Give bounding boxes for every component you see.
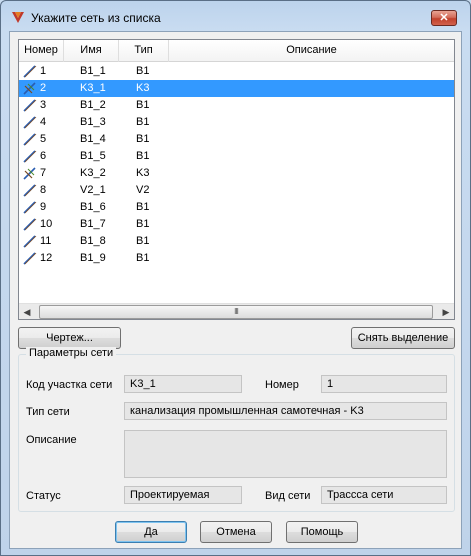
table-row[interactable]: 8 V2_1 V2: [19, 182, 454, 199]
cell-name: K3_2: [80, 167, 106, 179]
net-type-label: Тип сети: [26, 406, 70, 418]
cell-name: B1_1: [80, 65, 106, 77]
cell-name: V2_1: [80, 184, 106, 196]
cell-type: K3: [136, 82, 150, 94]
window-title: Укажите сеть из списка: [31, 11, 161, 25]
cell-number: 6: [40, 150, 47, 162]
table-row[interactable]: 9 B1_6 B1: [19, 199, 454, 216]
help-button[interactable]: Помощь: [286, 521, 358, 543]
net-type-field: канализация промышленная самотечная - K3: [124, 402, 447, 420]
app-logo-icon: [12, 12, 24, 23]
scroll-right-icon[interactable]: ▶: [438, 304, 454, 320]
sewer-pipe-icon: [22, 166, 37, 181]
title-bar[interactable]: Укажите сеть из списка ✕: [1, 1, 470, 31]
pipe-icon: [22, 234, 37, 249]
cell-type: B1: [136, 116, 150, 128]
column-description[interactable]: Описание: [169, 40, 454, 62]
cell-name: B1_9: [80, 252, 106, 264]
network-list[interactable]: Номер Имя Тип Описание 1 B1_1 B1 2 K3_1 K3 3 B1…: [18, 39, 455, 320]
ok-button[interactable]: Да: [115, 521, 187, 543]
cell-number: 10: [40, 218, 53, 230]
pipe-icon: [22, 200, 37, 215]
description-field: [124, 430, 447, 478]
column-number[interactable]: Номер: [19, 40, 64, 62]
list-body: 1 B1_1 B1 2 K3_1 K3 3 B1_2 B1 4 B1_3 B1 5 B1_4 B1 6 B1_5…: [19, 63, 454, 267]
pipe-icon: [22, 183, 37, 198]
number-field: 1: [321, 375, 447, 393]
cell-number: 8: [40, 184, 47, 196]
pipe-icon: [22, 132, 37, 147]
cell-type: B1: [136, 65, 150, 77]
group-title: Параметры сети: [26, 347, 117, 359]
thumb-grip-icon: III: [234, 307, 239, 316]
dialog-window: Укажите сеть из списка ✕ Номер Имя Тип О…: [0, 0, 471, 556]
cell-number: 4: [40, 116, 47, 128]
table-row[interactable]: 1 B1_1 B1: [19, 63, 454, 80]
close-icon: ✕: [439, 12, 449, 24]
pipe-icon: [22, 217, 37, 232]
list-header: Номер Имя Тип Описание: [19, 40, 454, 62]
table-row[interactable]: 4 B1_3 B1: [19, 114, 454, 131]
cell-name: B1_7: [80, 218, 106, 230]
column-name[interactable]: Имя: [64, 40, 119, 62]
cell-number: 2: [40, 82, 47, 94]
cell-name: K3_1: [80, 82, 106, 94]
cell-type: B1: [136, 235, 150, 247]
table-row[interactable]: 6 B1_5 B1: [19, 148, 454, 165]
net-kind-field: Трассса сети: [321, 486, 447, 504]
description-label: Описание: [26, 434, 77, 446]
cell-name: B1_4: [80, 133, 106, 145]
cell-type: B1: [136, 133, 150, 145]
scroll-left-icon[interactable]: ◀: [19, 304, 35, 320]
status-label: Статус: [26, 490, 61, 502]
cell-type: B1: [136, 218, 150, 230]
cell-name: B1_3: [80, 116, 106, 128]
cell-type: V2: [136, 184, 150, 196]
section-code-label: Код участка сети: [26, 379, 113, 391]
scroll-thumb[interactable]: III: [39, 305, 433, 319]
horizontal-scrollbar[interactable]: ◀ III ▶: [19, 303, 454, 319]
cell-type: B1: [136, 150, 150, 162]
table-row[interactable]: 5 B1_4 B1: [19, 131, 454, 148]
status-field: Проектируемая: [124, 486, 242, 504]
number-label: Номер: [265, 379, 299, 391]
cell-name: B1_2: [80, 99, 106, 111]
table-row[interactable]: 7 K3_2 K3: [19, 165, 454, 182]
cell-number: 1: [40, 65, 47, 77]
cell-number: 9: [40, 201, 47, 213]
pipe-icon: [22, 251, 37, 266]
drawing-button[interactable]: Чертеж...: [18, 327, 121, 349]
table-row[interactable]: 12 B1_9 B1: [19, 250, 454, 267]
close-button[interactable]: ✕: [431, 10, 457, 26]
pipe-icon: [22, 64, 37, 79]
clear-selection-button[interactable]: Снять выделение: [351, 327, 455, 349]
cancel-button[interactable]: Отмена: [200, 521, 272, 543]
cell-number: 11: [40, 235, 52, 247]
cell-type: B1: [136, 99, 150, 111]
section-code-field: K3_1: [124, 375, 242, 393]
table-row[interactable]: 11 B1_8 B1: [19, 233, 454, 250]
cell-number: 5: [40, 133, 47, 145]
sewer-pipe-icon: [22, 81, 37, 96]
cell-name: B1_5: [80, 150, 106, 162]
cell-number: 7: [40, 167, 47, 179]
cell-number: 3: [40, 99, 47, 111]
net-kind-label: Вид сети: [265, 490, 311, 502]
cell-type: B1: [136, 201, 150, 213]
pipe-icon: [22, 98, 37, 113]
table-row[interactable]: 3 B1_2 B1: [19, 97, 454, 114]
cell-type: K3: [136, 167, 150, 179]
pipe-icon: [22, 115, 37, 130]
cell-name: B1_8: [80, 235, 106, 247]
column-type[interactable]: Тип: [119, 40, 169, 62]
cell-name: B1_6: [80, 201, 106, 213]
pipe-icon: [22, 149, 37, 164]
table-row[interactable]: 10 B1_7 B1: [19, 216, 454, 233]
cell-number: 12: [40, 252, 53, 264]
dialog-client: Номер Имя Тип Описание 1 B1_1 B1 2 K3_1 K3 3 B1…: [9, 31, 462, 549]
cell-type: B1: [136, 252, 150, 264]
table-row[interactable]: 2 K3_1 K3: [19, 80, 454, 97]
